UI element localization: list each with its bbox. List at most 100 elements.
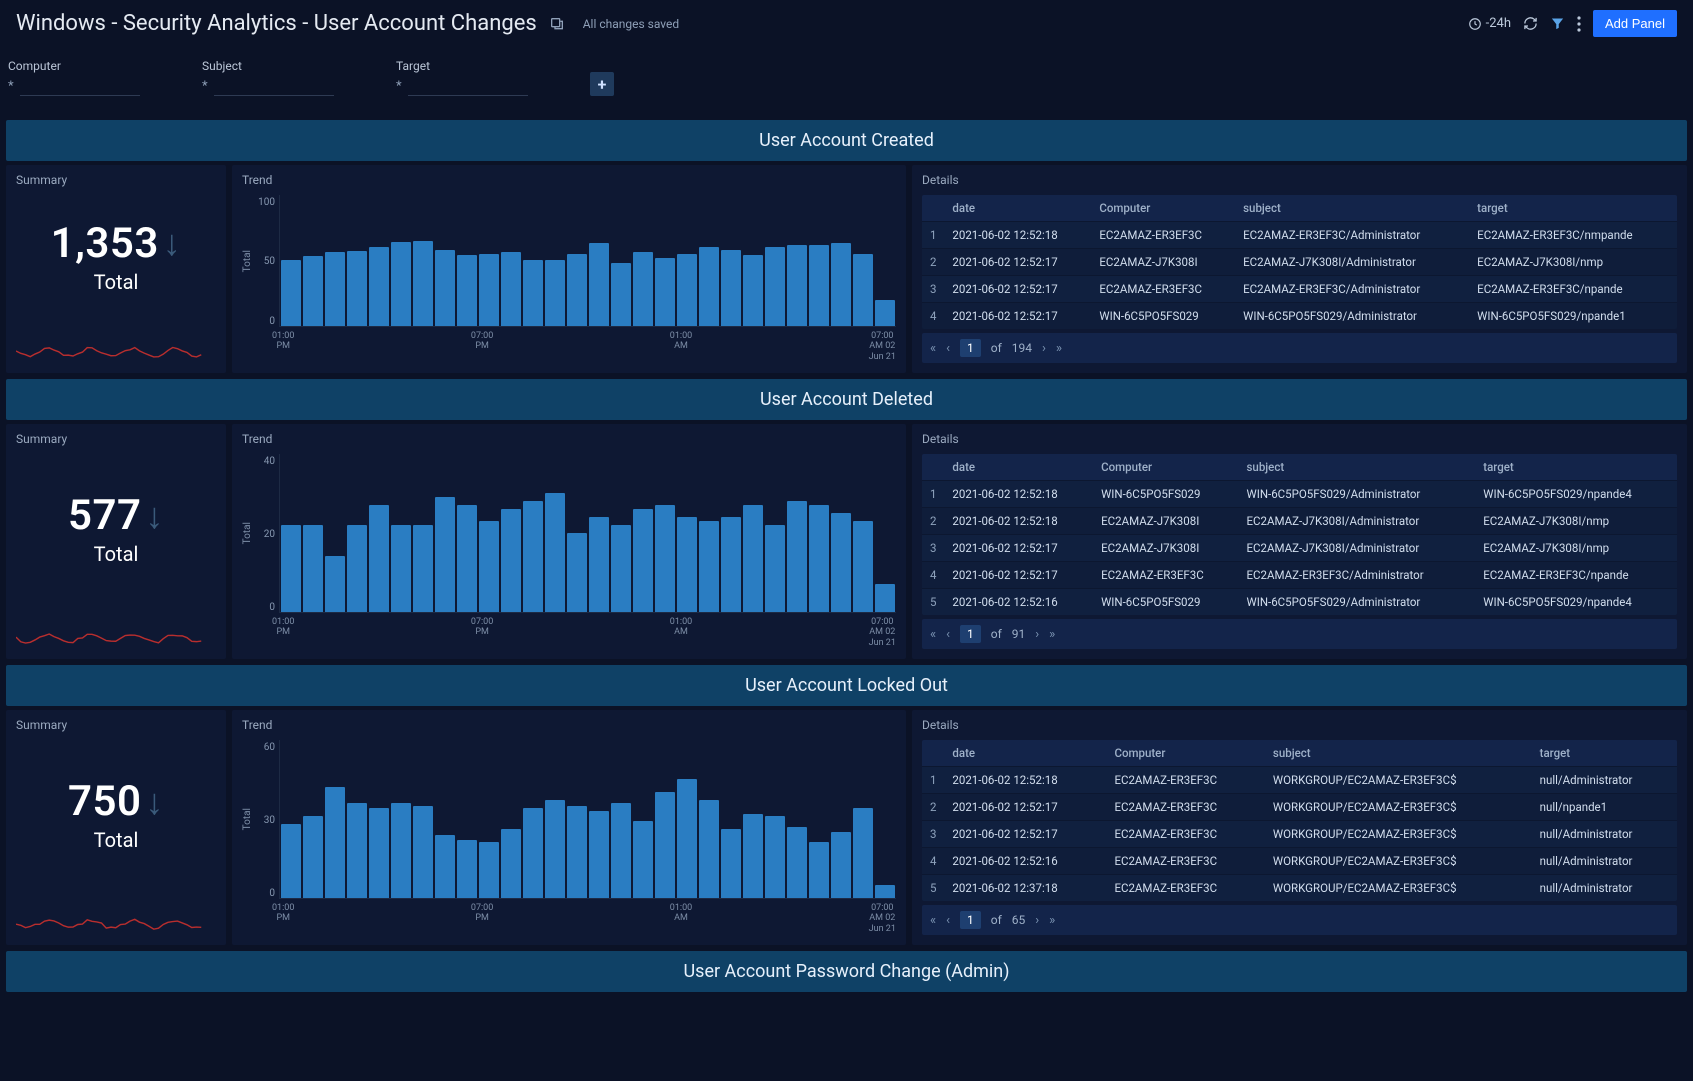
bar[interactable] bbox=[809, 505, 829, 611]
bar[interactable] bbox=[413, 241, 433, 326]
bar[interactable] bbox=[787, 245, 807, 326]
bar[interactable] bbox=[391, 242, 411, 326]
table-row[interactable]: 52021-06-02 12:52:16WIN-6C5PO5FS029WIN-6… bbox=[922, 589, 1677, 616]
bar[interactable] bbox=[655, 792, 675, 897]
col-header[interactable]: subject bbox=[1235, 195, 1469, 222]
bar[interactable] bbox=[391, 803, 411, 898]
bar[interactable] bbox=[567, 254, 587, 326]
bar[interactable] bbox=[589, 811, 609, 898]
bar[interactable] bbox=[523, 808, 543, 897]
page-last-icon[interactable]: » bbox=[1049, 627, 1055, 642]
bar[interactable] bbox=[369, 505, 389, 611]
bar[interactable] bbox=[875, 885, 895, 898]
more-icon[interactable] bbox=[1577, 16, 1581, 32]
bar[interactable] bbox=[611, 263, 631, 326]
add-variable-button[interactable]: + bbox=[590, 72, 614, 96]
bar[interactable] bbox=[435, 497, 455, 611]
bar[interactable] bbox=[831, 832, 851, 898]
table-row[interactable]: 42021-06-02 12:52:17WIN-6C5PO5FS029WIN-6… bbox=[922, 303, 1677, 330]
variable-subject[interactable]: Subject * bbox=[202, 59, 372, 96]
bar[interactable] bbox=[677, 254, 697, 326]
bar[interactable] bbox=[633, 252, 653, 325]
bar[interactable] bbox=[479, 842, 499, 897]
bar[interactable] bbox=[457, 255, 477, 326]
bar[interactable] bbox=[501, 252, 521, 325]
bar[interactable] bbox=[831, 243, 851, 325]
bar[interactable] bbox=[765, 816, 785, 897]
add-panel-button[interactable]: Add Panel bbox=[1593, 10, 1677, 37]
table-row[interactable]: 32021-06-02 12:52:17EC2AMAZ-ER3EF3CWORKG… bbox=[922, 821, 1677, 848]
bar[interactable] bbox=[589, 517, 609, 612]
bar[interactable] bbox=[435, 835, 455, 898]
bar[interactable] bbox=[391, 525, 411, 612]
table-row[interactable]: 12021-06-02 12:52:18WIN-6C5PO5FS029WIN-6… bbox=[922, 481, 1677, 508]
bar[interactable] bbox=[457, 505, 477, 611]
bar[interactable] bbox=[523, 501, 543, 611]
bar[interactable] bbox=[325, 252, 345, 325]
col-header[interactable]: subject bbox=[1265, 740, 1532, 767]
bar[interactable] bbox=[545, 800, 565, 897]
summary-panel-locked[interactable]: Summary 750↓ Total bbox=[6, 710, 226, 945]
bar[interactable] bbox=[677, 779, 697, 897]
filter-icon[interactable] bbox=[1550, 16, 1565, 31]
bar[interactable] bbox=[413, 806, 433, 898]
page-next-icon[interactable]: › bbox=[1035, 627, 1039, 642]
table-row[interactable]: 52021-06-02 12:37:18EC2AMAZ-ER3EF3CWORKG… bbox=[922, 875, 1677, 902]
refresh-icon[interactable] bbox=[1523, 16, 1538, 31]
bar[interactable] bbox=[589, 243, 609, 325]
bar[interactable] bbox=[875, 584, 895, 612]
bar[interactable] bbox=[831, 513, 851, 612]
summary-panel-deleted[interactable]: Summary 577↓ Total bbox=[6, 424, 226, 659]
bar[interactable] bbox=[633, 821, 653, 897]
details-panel-created[interactable]: Details dateComputersubjecttarget12021-0… bbox=[912, 165, 1687, 373]
bar[interactable] bbox=[611, 803, 631, 898]
bar[interactable] bbox=[303, 256, 323, 325]
bar[interactable] bbox=[347, 251, 367, 325]
variable-input[interactable] bbox=[214, 77, 334, 96]
bar[interactable] bbox=[523, 260, 543, 325]
bar[interactable] bbox=[743, 814, 763, 898]
bar[interactable] bbox=[677, 517, 697, 612]
page-next-icon[interactable]: › bbox=[1035, 913, 1039, 928]
bar[interactable] bbox=[325, 556, 345, 611]
bar[interactable] bbox=[743, 255, 763, 326]
variable-target[interactable]: Target * bbox=[396, 59, 566, 96]
bar[interactable] bbox=[787, 827, 807, 898]
bar[interactable] bbox=[457, 840, 477, 898]
share-icon[interactable] bbox=[549, 16, 565, 32]
bar[interactable] bbox=[853, 254, 873, 326]
col-header[interactable]: Computer bbox=[1091, 195, 1235, 222]
bar[interactable] bbox=[369, 247, 389, 325]
details-panel-locked[interactable]: Details dateComputersubjecttarget12021-0… bbox=[912, 710, 1687, 945]
bar[interactable] bbox=[347, 803, 367, 898]
bar[interactable] bbox=[699, 247, 719, 325]
bar[interactable] bbox=[809, 245, 829, 326]
trend-panel-created[interactable]: Trend Total 100500 01:00PM07:00PM01:00AM… bbox=[232, 165, 906, 373]
bar[interactable] bbox=[567, 533, 587, 612]
bar[interactable] bbox=[765, 247, 785, 325]
col-header[interactable]: date bbox=[944, 195, 1091, 222]
bar[interactable] bbox=[611, 525, 631, 612]
bar[interactable] bbox=[281, 260, 301, 325]
bar[interactable] bbox=[413, 525, 433, 612]
bar[interactable] bbox=[479, 254, 499, 326]
page-first-icon[interactable]: « bbox=[930, 341, 936, 356]
table-row[interactable]: 12021-06-02 12:52:18EC2AMAZ-ER3EF3CEC2AM… bbox=[922, 222, 1677, 249]
table-row[interactable]: 42021-06-02 12:52:16EC2AMAZ-ER3EF3CWORKG… bbox=[922, 848, 1677, 875]
page-prev-icon[interactable]: ‹ bbox=[946, 341, 950, 356]
variable-input[interactable] bbox=[408, 77, 528, 96]
bar[interactable] bbox=[545, 260, 565, 325]
table-row[interactable]: 32021-06-02 12:52:17EC2AMAZ-ER3EF3CEC2AM… bbox=[922, 276, 1677, 303]
bar[interactable] bbox=[853, 521, 873, 612]
table-row[interactable]: 22021-06-02 12:52:17EC2AMAZ-ER3EF3CWORKG… bbox=[922, 794, 1677, 821]
bar[interactable] bbox=[281, 525, 301, 612]
bar[interactable] bbox=[633, 509, 653, 611]
col-header[interactable]: date bbox=[944, 740, 1106, 767]
bar[interactable] bbox=[369, 808, 389, 897]
bar[interactable] bbox=[479, 521, 499, 612]
page-last-icon[interactable]: » bbox=[1049, 913, 1055, 928]
col-header[interactable]: Computer bbox=[1106, 740, 1264, 767]
bar[interactable] bbox=[545, 493, 565, 611]
trend-panel-locked[interactable]: Trend Total 60300 01:00PM07:00PM01:00AM0… bbox=[232, 710, 906, 945]
bar[interactable] bbox=[721, 829, 741, 897]
